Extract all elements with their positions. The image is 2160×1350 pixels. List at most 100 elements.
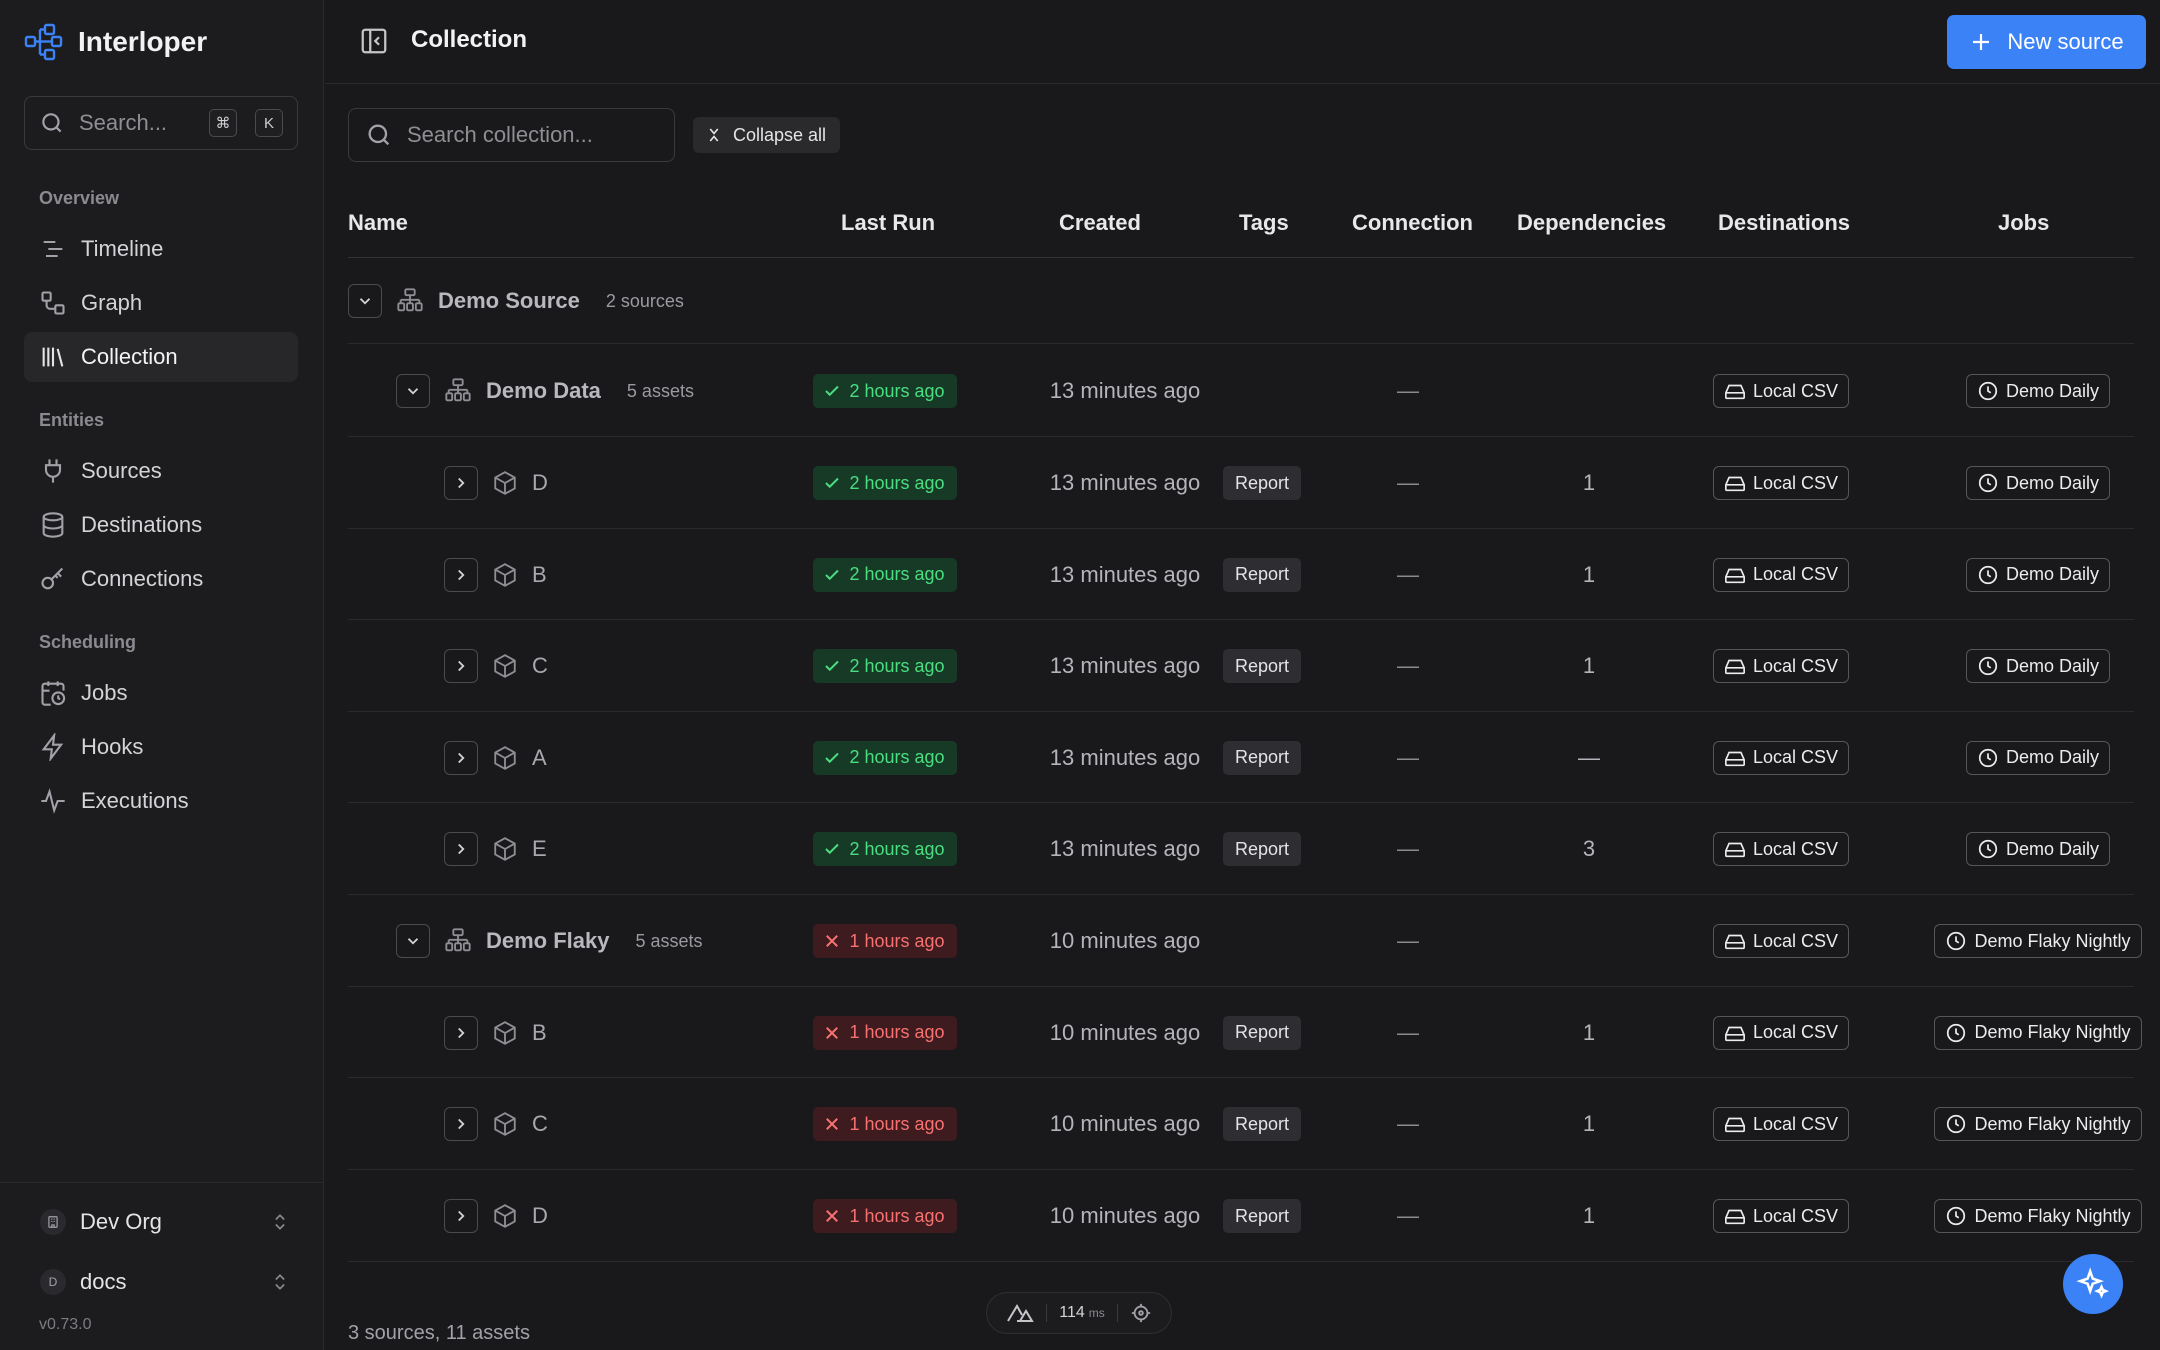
expand-button[interactable] (444, 1199, 478, 1233)
expand-button[interactable] (444, 649, 478, 683)
row-name[interactable]: D (532, 1203, 548, 1229)
expand-button[interactable] (444, 832, 478, 866)
table-row[interactable]: C 2 hours ago 13 minutes ago Report — 1 Local … (348, 620, 2134, 712)
status-badge[interactable]: 2 hours ago (813, 740, 957, 775)
status-badge[interactable]: 2 hours ago (813, 557, 957, 592)
table-row[interactable]: C 1 hours ago 10 minutes ago Report — 1 Local … (348, 1078, 2142, 1170)
job-chip[interactable]: Demo Flaky Nightly (1934, 1199, 2142, 1233)
job-chip[interactable]: Demo Flaky Nightly (1934, 1015, 2142, 1050)
job-chip[interactable]: Demo Daily (1965, 740, 2111, 775)
table-row[interactable]: B 1 hours ago 10 minutes ago Report — 1 Local … (348, 987, 2142, 1078)
sidebar-item-connections[interactable]: Connections (24, 554, 298, 604)
source-row[interactable]: Demo Source 2 sources (348, 258, 2134, 344)
expand-button[interactable] (444, 466, 478, 500)
column-header-destinations[interactable]: Destinations (1718, 210, 1850, 236)
column-header-dependencies[interactable]: Dependencies (1517, 210, 1666, 236)
row-name[interactable]: B (532, 562, 547, 588)
column-header-jobs[interactable]: Jobs (1998, 210, 2049, 236)
sidebar-item-timeline[interactable]: Timeline (24, 224, 298, 274)
expand-button[interactable] (444, 557, 478, 592)
tag-badge[interactable]: Report (1222, 466, 1302, 500)
column-header-name[interactable]: Name (348, 210, 408, 236)
perf-indicator[interactable]: 114 ms (986, 1292, 1172, 1334)
job-chip[interactable]: Demo Daily (1965, 466, 2111, 500)
group-row[interactable]: Demo Flaky 5 assets 1 hours ago 10 minutes … (348, 895, 2142, 987)
collection-search-input[interactable]: Search collection... (348, 108, 675, 162)
sidebar-item-collection[interactable]: Collection (24, 332, 298, 382)
job-chip[interactable]: Demo Flaky Nightly (1934, 924, 2142, 958)
row-name[interactable]: B (532, 1020, 547, 1046)
status-badge[interactable]: 1 hours ago (813, 1015, 957, 1050)
destination-chip[interactable]: Local CSV (1712, 649, 1850, 683)
crosshair-icon[interactable] (1130, 1302, 1152, 1324)
destination-chip[interactable]: Local CSV (1712, 1107, 1850, 1141)
global-search[interactable]: Search... ⌘ K (24, 96, 298, 150)
sidebar-item-jobs[interactable]: Jobs (24, 668, 298, 718)
ai-assistant-button[interactable] (2063, 1254, 2123, 1314)
expand-button[interactable] (444, 1015, 478, 1050)
destination-chip[interactable]: Local CSV (1712, 1015, 1850, 1050)
tag-badge[interactable]: Report (1222, 740, 1302, 775)
row-name[interactable]: Demo Data (486, 378, 601, 404)
row-name[interactable]: E (532, 836, 547, 862)
group-row[interactable]: Demo Data 5 assets 2 hours ago 13 minutes a… (348, 345, 2134, 437)
tag-badge[interactable]: Report (1222, 1015, 1302, 1050)
destination-chip[interactable]: Local CSV (1712, 832, 1850, 866)
sidebar-toggle-icon[interactable] (359, 26, 391, 58)
tag-badge[interactable]: Report (1222, 832, 1302, 866)
column-header-tags[interactable]: Tags (1239, 210, 1289, 236)
collapse-button[interactable] (396, 374, 430, 408)
status-badge[interactable]: 1 hours ago (813, 924, 957, 958)
sidebar-item-graph[interactable]: Graph (24, 278, 298, 328)
table-row[interactable]: D 2 hours ago 13 minutes ago Report — 1 Local … (348, 437, 2134, 529)
column-header-created[interactable]: Created (1059, 210, 1141, 236)
expand-button[interactable] (444, 1107, 478, 1141)
destination-chip[interactable]: Local CSV (1712, 924, 1850, 958)
row-name[interactable]: A (532, 745, 547, 771)
table-row[interactable]: B 2 hours ago 13 minutes ago Report — 1 Local … (348, 529, 2134, 620)
destination-chip[interactable]: Local CSV (1712, 466, 1850, 500)
column-header-last-run[interactable]: Last Run (841, 210, 935, 236)
sidebar-item-hooks[interactable]: Hooks (24, 722, 298, 772)
collapse-button[interactable] (348, 284, 382, 318)
tag-badge[interactable]: Report (1222, 557, 1302, 592)
collapse-all-button[interactable]: Collapse all (693, 117, 841, 153)
destination-chip[interactable]: Local CSV (1712, 557, 1850, 592)
column-header-connection[interactable]: Connection (1352, 210, 1473, 236)
new-source-button[interactable]: New source (1947, 15, 2146, 69)
brand[interactable]: Interloper (24, 22, 207, 62)
job-chip[interactable]: Demo Daily (1965, 374, 2111, 408)
row-name[interactable]: C (532, 1111, 548, 1137)
row-name[interactable]: Demo Source (438, 288, 580, 314)
org-switcher[interactable]: Dev Org (40, 1202, 290, 1242)
status-badge[interactable]: 2 hours ago (813, 832, 957, 866)
job-chip[interactable]: Demo Daily (1965, 649, 2111, 683)
tag-badge[interactable]: Report (1222, 1107, 1302, 1141)
collapse-button[interactable] (396, 924, 430, 958)
job-chip[interactable]: Demo Flaky Nightly (1934, 1107, 2142, 1141)
tag-badge[interactable]: Report (1222, 1199, 1302, 1233)
sidebar-item-sources[interactable]: Sources (24, 446, 298, 496)
row-name[interactable]: Demo Flaky (486, 928, 610, 954)
destination-chip[interactable]: Local CSV (1712, 1199, 1850, 1233)
tag-badge[interactable]: Report (1222, 649, 1302, 683)
expand-button[interactable] (444, 740, 478, 775)
status-badge[interactable]: 1 hours ago (813, 1107, 957, 1141)
status-badge[interactable]: 2 hours ago (813, 649, 957, 683)
sidebar-item-executions[interactable]: Executions (24, 776, 298, 826)
destination-chip[interactable]: Local CSV (1712, 740, 1850, 775)
status-badge[interactable]: 2 hours ago (813, 466, 957, 500)
table-row[interactable]: D 1 hours ago 10 minutes ago Report — 1 Local … (348, 1170, 2142, 1262)
workspace-switcher[interactable]: D docs (40, 1262, 290, 1302)
sidebar-item-destinations[interactable]: Destinations (24, 500, 298, 550)
status-badge[interactable]: 1 hours ago (813, 1199, 957, 1233)
status-badge[interactable]: 2 hours ago (813, 374, 957, 408)
table-row[interactable]: A 2 hours ago 13 minutes ago Report — — Local … (348, 712, 2134, 803)
destination-chip[interactable]: Local CSV (1712, 374, 1850, 408)
job-chip[interactable]: Demo Daily (1965, 832, 2111, 866)
row-name[interactable]: C (532, 653, 548, 679)
job-chip[interactable]: Demo Daily (1965, 557, 2111, 592)
row-name[interactable]: D (532, 470, 548, 496)
collection-table: Name Last Run Created Tags Connection De… (348, 192, 2134, 258)
table-row[interactable]: E 2 hours ago 13 minutes ago Report — 3 Local … (348, 803, 2134, 895)
